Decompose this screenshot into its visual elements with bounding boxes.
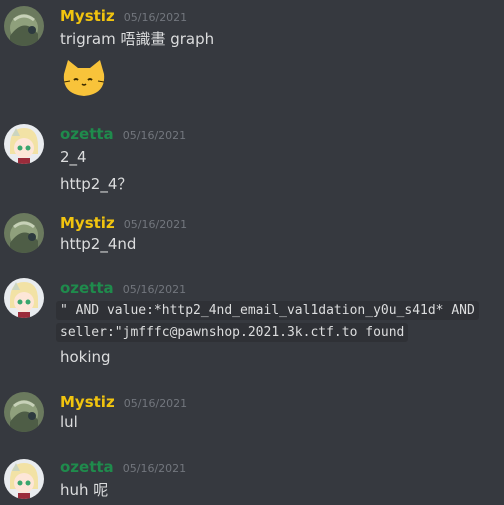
message-text: huh 呢 xyxy=(60,481,109,499)
author-name[interactable]: Mystiz xyxy=(60,393,115,411)
message-text: lul xyxy=(60,413,78,431)
message-text: http2_4nd xyxy=(60,235,137,253)
cat-face-emoji xyxy=(63,60,105,96)
timestamp: 05/16/2021 xyxy=(122,129,187,142)
author-name[interactable]: ozetta xyxy=(60,458,114,476)
avatar[interactable] xyxy=(4,278,44,318)
author-name[interactable]: ozetta xyxy=(60,125,114,143)
timestamp: 05/16/2021 xyxy=(122,462,187,475)
chat-log: Mystiz 05/16/2021 trigram 唔識畫 graph ozet… xyxy=(0,0,504,505)
inline-code: seller:"jmfffc@pawnshop.2021.3k.ctf.to f… xyxy=(56,323,409,342)
code-line: seller:"jmfffc@pawnshop.2021.3k.ctf.to f… xyxy=(56,323,409,342)
message-text: trigram 唔識畫 graph xyxy=(60,30,215,48)
author-name[interactable]: Mystiz xyxy=(60,7,115,25)
message-text: http2_4？ xyxy=(60,175,133,193)
author-name[interactable]: Mystiz xyxy=(60,214,115,232)
message-text: hoking xyxy=(60,348,111,366)
message-text: 2_4 xyxy=(60,148,87,166)
avatar[interactable] xyxy=(4,6,44,46)
timestamp: 05/16/2021 xyxy=(123,397,188,410)
avatar[interactable] xyxy=(4,459,44,499)
code-line: " AND value:*http2_4nd_email_val1dation_… xyxy=(56,301,479,320)
author-name[interactable]: ozetta xyxy=(60,279,114,297)
timestamp: 05/16/2021 xyxy=(123,11,188,24)
timestamp: 05/16/2021 xyxy=(123,218,188,231)
inline-code: " AND value:*http2_4nd_email_val1dation_… xyxy=(56,301,479,320)
avatar[interactable] xyxy=(4,213,44,253)
avatar[interactable] xyxy=(4,392,44,432)
avatar[interactable] xyxy=(4,124,44,164)
timestamp: 05/16/2021 xyxy=(122,283,187,296)
